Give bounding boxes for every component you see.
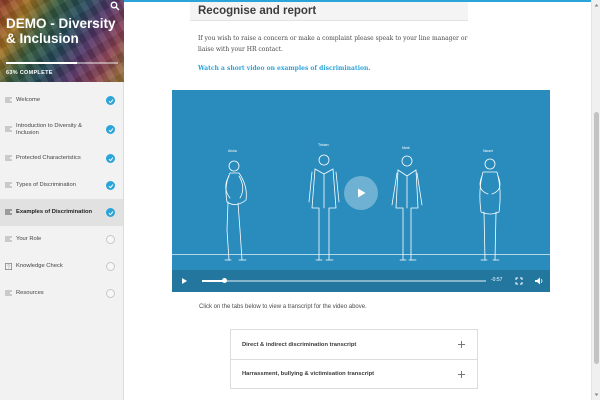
lines-icon bbox=[5, 126, 12, 132]
lines-icon bbox=[5, 97, 12, 103]
scroll-up-arrow-icon[interactable] bbox=[594, 3, 599, 8]
sidebar-item-protected-characteristics[interactable]: Protected Characteristics bbox=[0, 145, 123, 172]
person-illustration-3 bbox=[391, 155, 423, 261]
check-icon bbox=[106, 96, 115, 105]
video-scrubber-handle[interactable] bbox=[222, 278, 228, 283]
accordion-tab-label: Harrassment, bullying & victimisation tr… bbox=[242, 371, 375, 377]
fullscreen-icon[interactable] bbox=[514, 276, 524, 286]
plus-icon bbox=[458, 341, 465, 348]
sidebar-item-resources[interactable]: Resources bbox=[0, 280, 123, 307]
transcript-instruction: Click on the tabs below to view a transc… bbox=[199, 304, 367, 310]
course-progress-fill bbox=[6, 62, 77, 64]
course-cover-image: DEMO - Diversity & Inclusion 63% COMPLET… bbox=[0, 0, 124, 82]
play-icon[interactable] bbox=[179, 276, 189, 286]
person-illustration-4 bbox=[479, 158, 501, 261]
sidebar-item-label: Welcome bbox=[16, 97, 41, 103]
lesson-menu: Welcome Introduction to Diversity & Incl… bbox=[0, 87, 123, 307]
accordion-tab-harassment[interactable]: Harrassment, bullying & victimisation tr… bbox=[231, 359, 477, 388]
page-title: Recognise and report bbox=[198, 5, 317, 17]
video-link[interactable]: Watch a short video on examples of discr… bbox=[198, 65, 370, 72]
transcript-accordion: Direct & indirect discrimination transcr… bbox=[230, 329, 478, 389]
sidebar-item-label: Your Role bbox=[16, 236, 42, 242]
volume-icon[interactable] bbox=[534, 276, 544, 286]
sidebar-item-examples-of-discrimination[interactable]: Examples of Discrimination bbox=[0, 199, 123, 226]
lesson-content: Recognise and report If you wish to rais… bbox=[124, 2, 591, 400]
video-controls: -0:57 bbox=[172, 270, 550, 292]
sidebar-item-welcome[interactable]: Welcome bbox=[0, 87, 123, 114]
course-sidebar: DEMO - Diversity & Inclusion 63% COMPLET… bbox=[0, 0, 124, 400]
lines-icon bbox=[5, 209, 12, 215]
empty-circle-icon bbox=[106, 289, 115, 298]
sidebar-item-label: Knowledge Check bbox=[16, 263, 63, 269]
sidebar-item-label: Protected Characteristics bbox=[16, 155, 81, 161]
check-icon bbox=[106, 181, 115, 190]
page-scrollbar[interactable] bbox=[591, 0, 600, 400]
body-paragraph: If you wish to raise a concern or make a… bbox=[198, 35, 468, 53]
plus-icon bbox=[458, 370, 465, 378]
lines-icon bbox=[5, 155, 12, 161]
search-icon[interactable] bbox=[110, 1, 120, 11]
sidebar-item-types-of-discrimination[interactable]: Types of Discrimination bbox=[0, 172, 123, 199]
video-scrubber[interactable] bbox=[202, 280, 486, 282]
sidebar-item-label: Types of Discrimination bbox=[16, 182, 76, 188]
video-player[interactable]: Aisha Tristan Mark Naomi -0:57 bbox=[172, 90, 550, 292]
course-progress-label: 63% COMPLETE bbox=[6, 70, 53, 76]
scrollbar-thumb[interactable] bbox=[594, 112, 599, 364]
play-icon bbox=[358, 188, 366, 198]
sidebar-item-knowledge-check[interactable]: ? Knowledge Check bbox=[0, 253, 123, 280]
person-illustration-1 bbox=[224, 160, 247, 261]
accordion-tab-label: Direct & indirect discrimination transcr… bbox=[242, 341, 357, 348]
quiz-icon: ? bbox=[5, 263, 12, 270]
sidebar-item-label: Resources bbox=[16, 290, 44, 296]
course-progress-bar bbox=[6, 62, 118, 64]
lines-icon bbox=[5, 236, 12, 242]
check-icon bbox=[106, 154, 115, 163]
figure-label: Naomi bbox=[483, 149, 493, 153]
lines-icon bbox=[5, 290, 12, 296]
heading-block: Recognise and report bbox=[190, 2, 468, 21]
figure-label: Mark bbox=[402, 146, 410, 150]
video-time-remaining: -0:57 bbox=[491, 277, 503, 283]
check-icon bbox=[106, 208, 115, 217]
lines-icon bbox=[5, 182, 12, 188]
stage-line bbox=[172, 254, 550, 255]
empty-circle-icon bbox=[106, 235, 115, 244]
sidebar-item-introduction[interactable]: Introduction to Diversity & Inclusion bbox=[0, 114, 123, 145]
sidebar-item-your-role[interactable]: Your Role bbox=[0, 226, 123, 253]
sidebar-item-label: Examples of Discrimination bbox=[16, 209, 93, 215]
accordion-tab-direct-indirect[interactable]: Direct & indirect discrimination transcr… bbox=[231, 330, 477, 359]
scroll-down-arrow-icon[interactable] bbox=[594, 392, 599, 397]
play-overlay-button[interactable] bbox=[344, 176, 378, 210]
course-title: DEMO - Diversity & Inclusion bbox=[6, 16, 116, 46]
sidebar-item-label: Introduction to Diversity & Inclusion bbox=[16, 122, 83, 136]
figure-label: Tristan bbox=[318, 143, 329, 147]
figure-label: Aisha bbox=[228, 149, 237, 153]
svg-text:?: ? bbox=[7, 265, 10, 270]
check-icon bbox=[106, 125, 115, 134]
person-illustration-2 bbox=[308, 154, 340, 261]
empty-circle-icon bbox=[106, 262, 115, 271]
